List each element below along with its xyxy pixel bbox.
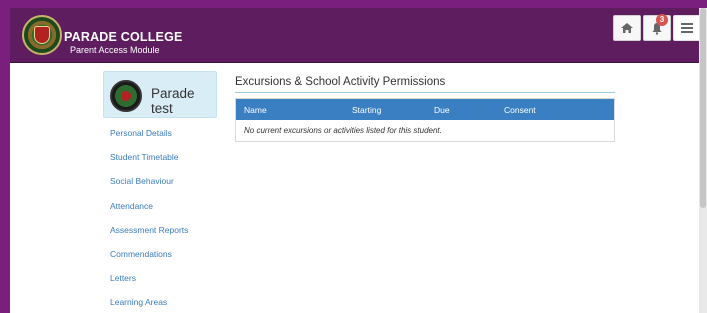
crest-shield-icon (34, 26, 50, 44)
sidebar-item-student-timetable[interactable]: Student Timetable (110, 152, 188, 162)
notification-badge: 3 (656, 14, 668, 26)
notifications-button[interactable]: 3 (643, 14, 671, 41)
column-header-consent[interactable]: Consent (504, 105, 536, 115)
sidebar-item-assessment-reports[interactable]: Assessment Reports (110, 225, 188, 235)
title-divider (235, 92, 615, 93)
header-bar: PARADE COLLEGE Parent Access Module 3 (10, 8, 707, 63)
empty-table-message: No current excursions or activities list… (244, 126, 442, 135)
sidebar-item-letters[interactable]: Letters (110, 273, 188, 283)
sidebar-nav: Personal Details Student Timetable Socia… (110, 128, 188, 313)
college-logo[interactable] (22, 15, 62, 55)
sidebar-item-commendations[interactable]: Commendations (110, 249, 188, 259)
student-avatar (110, 80, 142, 112)
top-actions: 3 (613, 14, 701, 45)
page-title: Excursions & School Activity Permissions (235, 76, 446, 88)
module-subtitle: Parent Access Module (70, 45, 160, 55)
vertical-scrollbar[interactable] (699, 8, 707, 313)
column-header-due[interactable]: Due (434, 105, 450, 115)
permissions-table: Name Starting Due Consent No current exc… (235, 98, 615, 142)
table-row: No current excursions or activities list… (236, 120, 614, 141)
sidebar-item-attendance[interactable]: Attendance (110, 201, 188, 211)
scrollbar-thumb[interactable] (700, 8, 706, 208)
home-button[interactable] (613, 15, 641, 41)
sidebar-item-learning-areas[interactable]: Learning Areas (110, 297, 188, 307)
table-header: Name Starting Due Consent (236, 99, 614, 120)
home-icon (621, 23, 633, 33)
student-profile-card: Parade test (103, 71, 217, 118)
college-title: PARADE COLLEGE (64, 30, 183, 44)
sidebar-item-social-behaviour[interactable]: Social Behaviour (110, 176, 188, 186)
column-header-starting[interactable]: Starting (352, 105, 381, 115)
sidebar-item-personal-details[interactable]: Personal Details (110, 128, 188, 138)
column-header-name[interactable]: Name (244, 105, 267, 115)
student-name: Parade test (151, 86, 195, 116)
menu-button[interactable] (673, 15, 701, 41)
app-window: PARADE COLLEGE Parent Access Module 3 Pa… (10, 8, 707, 313)
hamburger-menu-icon (681, 23, 693, 33)
